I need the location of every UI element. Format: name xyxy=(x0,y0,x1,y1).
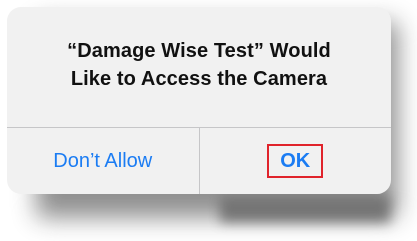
dont-allow-label: Don’t Allow xyxy=(53,149,153,172)
dialog-shadow-strip xyxy=(220,196,390,222)
alert-title: “Damage Wise Test” Would Like to Access … xyxy=(7,37,391,93)
alert-title-line-2: Like to Access the Camera xyxy=(70,68,328,90)
alert-actions: Don’t Allow OK xyxy=(7,128,391,194)
ok-label: OK xyxy=(267,144,324,178)
permission-alert-dialog: “Damage Wise Test” Would Like to Access … xyxy=(7,7,391,194)
dont-allow-button[interactable]: Don’t Allow xyxy=(7,128,199,194)
ok-button[interactable]: OK xyxy=(200,128,392,194)
alert-title-line-1: “Damage Wise Test” Would xyxy=(67,40,331,62)
